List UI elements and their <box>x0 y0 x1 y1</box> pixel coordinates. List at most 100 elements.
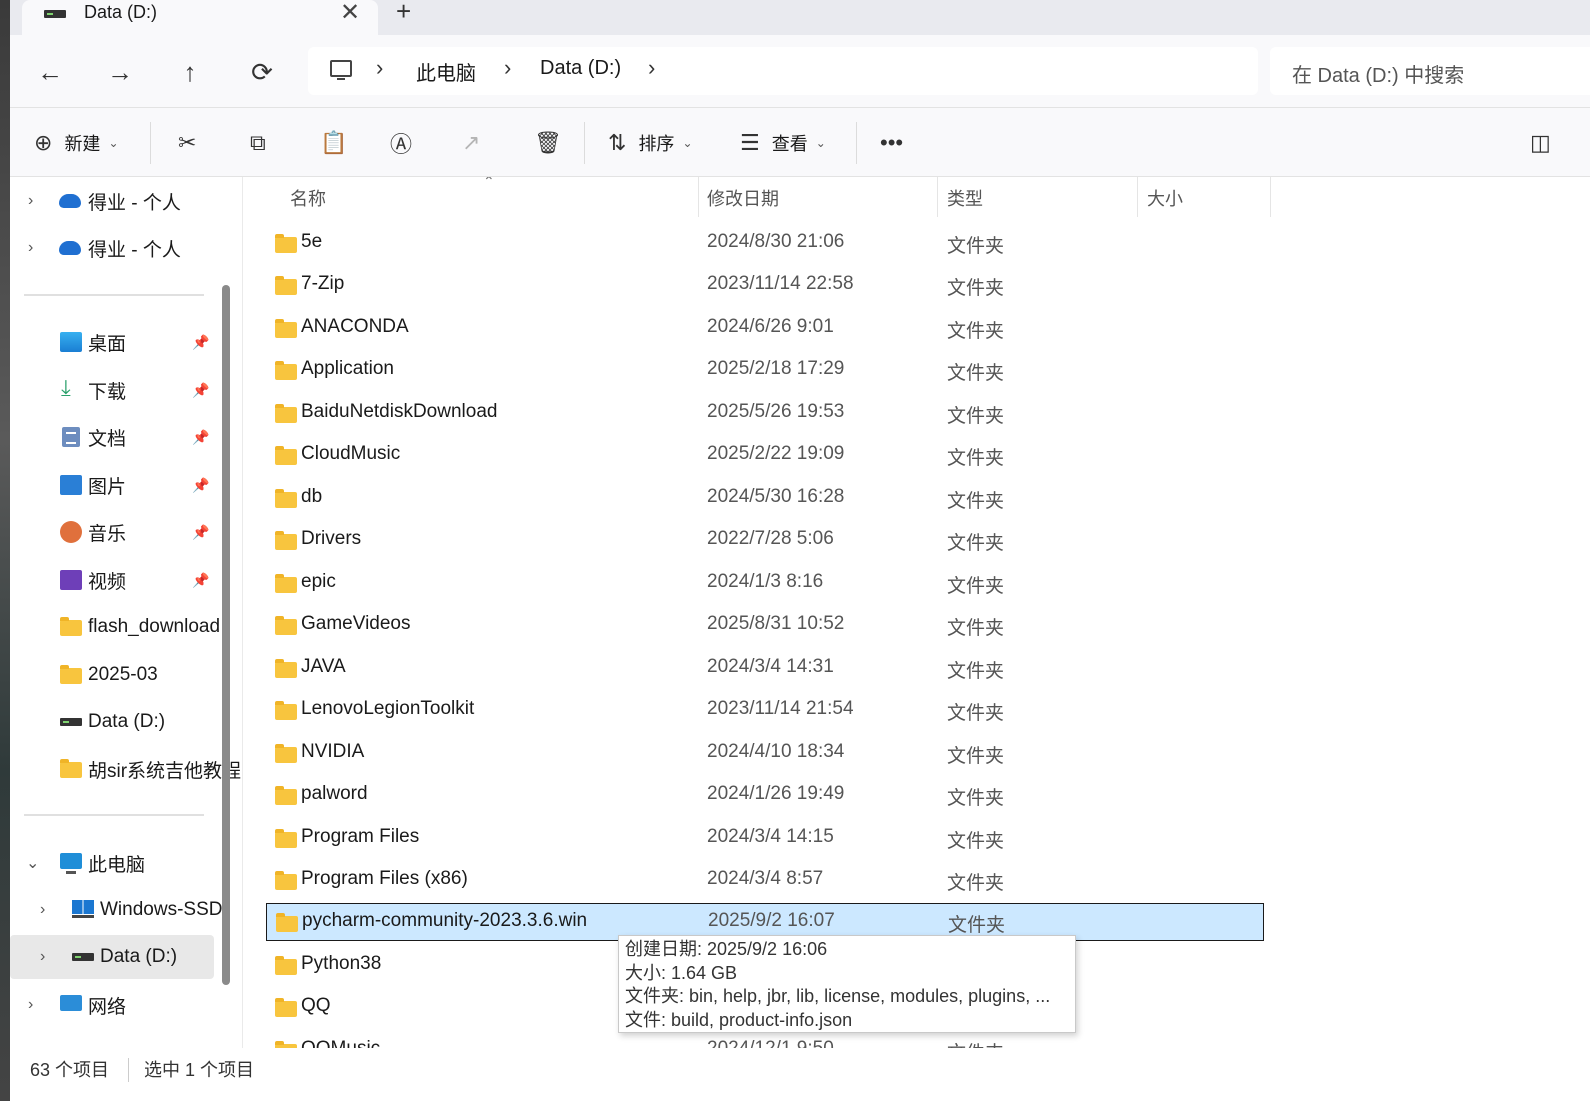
more-icon: ••• <box>880 130 904 155</box>
forward-button[interactable]: → <box>100 52 140 92</box>
sidebar-item-onedrive-1[interactable]: › 得业 - 个人 <box>10 179 214 223</box>
file-name: Program Files (x86) <box>301 868 468 889</box>
more-button[interactable]: ••• <box>880 126 903 160</box>
paste-button[interactable]: 📋 <box>320 126 347 160</box>
sidebar-item-music[interactable]: 音乐 📌 <box>10 510 214 554</box>
pin-icon[interactable]: 📌 <box>192 382 209 399</box>
cloud-icon <box>59 241 81 255</box>
sidebar-item-windows-ssd[interactable]: › Windows-SSD <box>10 888 222 932</box>
folder-icon <box>275 234 297 253</box>
cut-button[interactable]: ✂ <box>178 126 196 160</box>
new-tab-button[interactable]: + <box>396 0 411 27</box>
chevron-down-icon: ⌄ <box>682 136 693 150</box>
table-row[interactable]: db 2024/5/30 16:28 文件夹 <box>266 480 1264 518</box>
column-divider[interactable] <box>1137 177 1138 217</box>
table-row[interactable]: QQMusic 2024/12/1 9:50 文件夹 <box>266 1032 1264 1048</box>
column-header-size[interactable]: 大小 <box>1147 185 1183 211</box>
table-row[interactable]: 5e 2024/8/30 21:06 文件夹 <box>266 225 1264 263</box>
chevron-right-icon[interactable]: › <box>28 239 33 257</box>
chevron-right-icon[interactable]: › <box>40 948 45 966</box>
search-input[interactable]: 在 Data (D:) 中搜索 <box>1292 59 1464 88</box>
up-button[interactable]: ↑ <box>170 52 210 92</box>
close-icon[interactable]: ✕ <box>340 0 360 27</box>
sidebar-item-downloads[interactable]: ⤓ 下载 📌 <box>10 368 214 412</box>
address-bar[interactable]: › 此电脑 › Data (D:) › <box>308 47 1258 95</box>
chevron-right-icon[interactable]: › <box>28 996 33 1014</box>
file-date: 2024/5/30 16:28 <box>707 486 845 507</box>
details-pane-button[interactable]: ◫ <box>1530 126 1551 160</box>
monitor-icon[interactable] <box>330 60 352 80</box>
rename-button[interactable]: Ⓐ <box>390 126 412 160</box>
copy-button[interactable]: ⧉ <box>250 126 266 160</box>
sort-button[interactable]: ⇅ 排序 ⌄ <box>608 126 693 160</box>
table-row[interactable]: Drivers 2022/7/28 5:06 文件夹 <box>266 522 1264 560</box>
file-name: db <box>301 486 323 507</box>
file-name: ANACONDA <box>301 316 409 337</box>
column-header-name[interactable]: 名称 <box>290 185 326 211</box>
pin-icon[interactable]: 📌 <box>192 334 209 351</box>
sidebar-item-this-pc[interactable]: ⌄ 此电脑 <box>10 841 214 885</box>
tab-data-d[interactable]: Data (D:) ✕ <box>22 0 378 35</box>
file-type: 文件夹 <box>947 618 1005 639</box>
table-row[interactable]: GameVideos 2025/8/31 10:52 文件夹 <box>266 607 1264 645</box>
column-header-type[interactable]: 类型 <box>947 185 983 211</box>
chevron-right-icon[interactable]: › <box>376 55 383 81</box>
tooltip-size: 大小: 1.64 GB <box>625 962 738 983</box>
folder-icon <box>275 701 297 720</box>
sidebar-item-data-d-pinned[interactable]: Data (D:) <box>10 700 214 744</box>
sidebar-item-flash-download[interactable]: flash_download <box>10 605 220 649</box>
table-row[interactable]: JAVA 2024/3/4 14:31 文件夹 <box>266 650 1264 688</box>
delete-button[interactable]: 🗑 <box>534 126 562 160</box>
sidebar-item-guitar-course[interactable]: 胡sir系统吉他教程 <box>10 747 241 791</box>
sidebar-item-network[interactable]: › 网络 <box>10 983 214 1027</box>
sidebar-item-pictures[interactable]: 图片 📌 <box>10 463 214 507</box>
sidebar-item-desktop[interactable]: 桌面 📌 <box>10 320 214 364</box>
breadcrumb-this-pc[interactable]: 此电脑 <box>416 57 476 86</box>
view-button[interactable]: ☰ 查看 ⌄ <box>740 126 826 160</box>
column-header-date[interactable]: 修改日期 <box>707 185 779 211</box>
sidebar-item-2025-03[interactable]: 2025-03 <box>10 653 214 697</box>
sidebar-divider <box>24 294 204 296</box>
new-button[interactable]: ⊕ 新建 ⌄ <box>34 126 119 160</box>
item-count: 63 个项目 <box>30 1060 110 1080</box>
file-type: 文件夹 <box>947 576 1005 597</box>
table-row[interactable]: ANACONDA 2024/6/26 9:01 文件夹 <box>266 310 1264 348</box>
table-row[interactable]: Program Files 2024/3/4 14:15 文件夹 <box>266 820 1264 858</box>
column-divider[interactable] <box>937 177 938 217</box>
breadcrumb-data-d[interactable]: Data (D:) <box>540 57 621 80</box>
table-row[interactable]: LenovoLegionToolkit 2023/11/14 21:54 文件夹 <box>266 692 1264 730</box>
table-row[interactable]: CloudMusic 2025/2/22 19:09 文件夹 <box>266 437 1264 475</box>
sidebar-item-videos[interactable]: 视频 📌 <box>10 558 214 602</box>
table-row[interactable]: 7-Zip 2023/11/14 22:58 文件夹 <box>266 267 1264 305</box>
search-box[interactable]: 在 Data (D:) 中搜索 <box>1270 47 1590 95</box>
sidebar-item-onedrive-2[interactable]: › 得业 - 个人 <box>10 226 214 270</box>
column-divider[interactable] <box>698 177 699 217</box>
sidebar-scrollbar[interactable] <box>222 285 230 985</box>
table-row[interactable]: palword 2024/1/26 19:49 文件夹 <box>266 777 1264 815</box>
table-row[interactable]: BaiduNetdiskDownload 2025/5/26 19:53 文件夹 <box>266 395 1264 433</box>
chevron-right-icon[interactable]: › <box>40 901 45 919</box>
chevron-right-icon[interactable]: › <box>504 55 511 81</box>
file-type: 文件夹 <box>947 703 1005 724</box>
table-row[interactable]: Program Files (x86) 2024/3/4 8:57 文件夹 <box>266 862 1264 900</box>
refresh-button[interactable]: ⟳ <box>242 52 282 92</box>
pin-icon[interactable]: 📌 <box>192 429 209 446</box>
sidebar-item-documents[interactable]: 文档 📌 <box>10 415 214 459</box>
table-row[interactable]: epic 2024/1/3 8:16 文件夹 <box>266 565 1264 603</box>
chevron-right-icon[interactable]: › <box>648 55 655 81</box>
column-divider[interactable] <box>1270 177 1271 217</box>
back-button[interactable]: ← <box>30 52 70 92</box>
share-button[interactable]: ↗ <box>462 126 480 160</box>
file-date: 2023/11/14 21:54 <box>707 698 854 719</box>
table-row[interactable]: Application 2025/2/18 17:29 文件夹 <box>266 352 1264 390</box>
status-divider <box>128 1058 129 1082</box>
chevron-right-icon[interactable]: › <box>28 192 33 210</box>
copy-icon: ⧉ <box>250 130 266 155</box>
pin-icon[interactable]: 📌 <box>192 572 209 589</box>
table-row[interactable]: NVIDIA 2024/4/10 18:34 文件夹 <box>266 735 1264 773</box>
pin-icon[interactable]: 📌 <box>192 524 209 541</box>
pin-icon[interactable]: 📌 <box>192 477 209 494</box>
chevron-down-icon[interactable]: ⌄ <box>26 853 39 873</box>
file-name: epic <box>301 571 336 592</box>
sidebar-item-data-d[interactable]: › Data (D:) <box>10 935 214 979</box>
